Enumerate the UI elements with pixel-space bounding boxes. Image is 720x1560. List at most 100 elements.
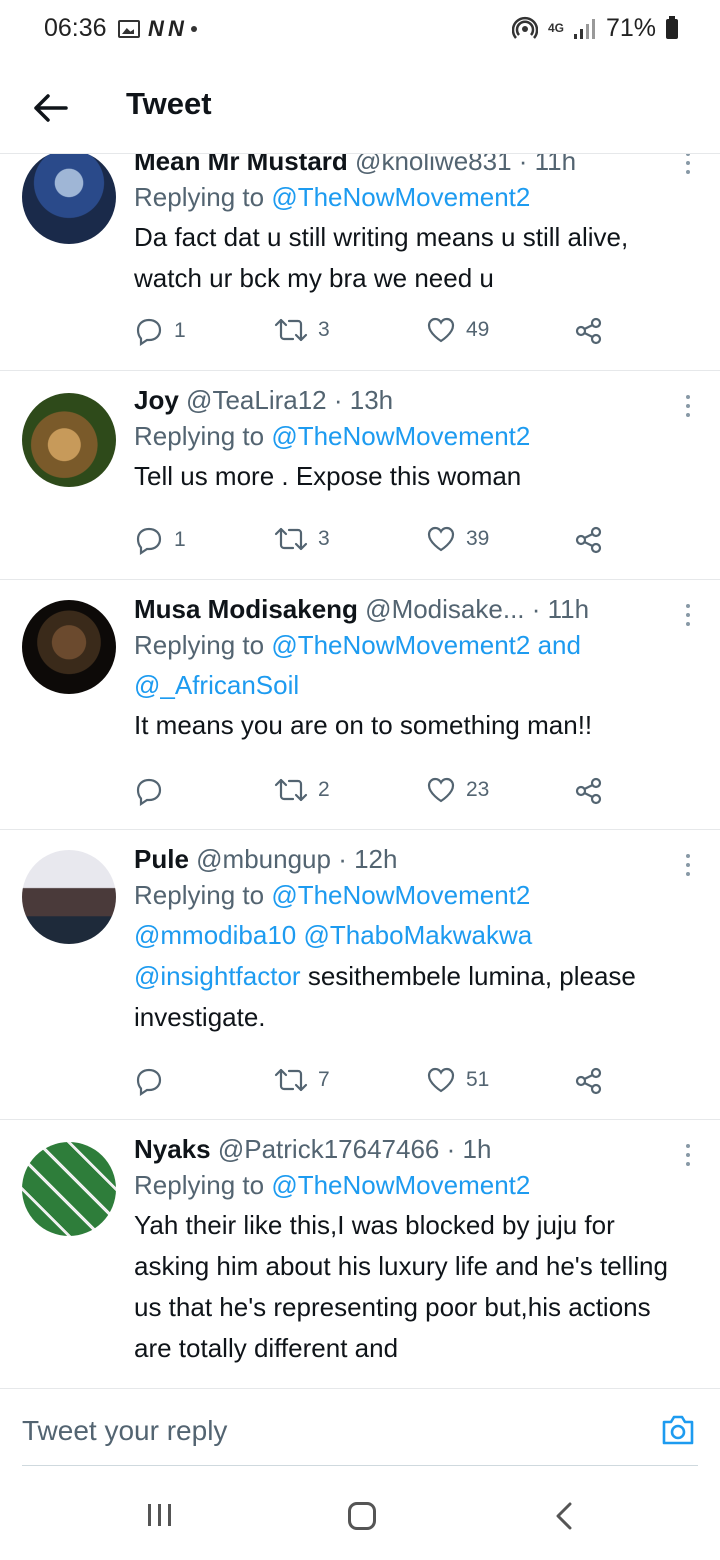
reply-button[interactable]: 1 [134, 316, 186, 346]
share-icon [575, 526, 602, 554]
like-button[interactable]: 49 [426, 316, 489, 344]
author-name[interactable]: Musa Modisakeng [134, 594, 358, 624]
share-button[interactable] [574, 316, 604, 346]
avatar[interactable] [22, 393, 116, 487]
retweet-icon [274, 778, 308, 802]
mention-link[interactable]: @TheNowMovement2 [271, 1170, 530, 1200]
author-handle[interactable]: @mbungup [196, 844, 331, 874]
more-vertical-icon[interactable] [684, 604, 692, 626]
author-handle[interactable]: @Patrick17647466 [218, 1134, 440, 1164]
top-header: Tweet [0, 70, 720, 154]
camera-icon[interactable] [660, 1413, 696, 1447]
network-type: 4G [547, 21, 564, 35]
more-vertical-icon[interactable] [684, 395, 692, 417]
author-handle[interactable]: @Modisake... [365, 594, 524, 624]
arrow-left-icon[interactable] [30, 88, 70, 128]
like-count: 23 [466, 778, 490, 801]
gallery-notification-icon [118, 20, 140, 38]
replies-feed[interactable]: Mean Mr Mustard @knoliwe831 · 11h Replyi… [0, 140, 720, 1388]
reply-composer[interactable]: Tweet your reply [0, 1388, 720, 1466]
like-button[interactable]: 23 [426, 776, 489, 804]
retweet-button[interactable]: 2 [274, 776, 330, 804]
tweet-actions: 2 23 [134, 776, 614, 816]
news-notification-icon: N N [148, 16, 184, 41]
author-name[interactable]: Pule [134, 844, 189, 874]
replying-to: Replying to @TheNowMovement2 [134, 1170, 531, 1200]
tweet-author[interactable]: Nyaks @Patrick17647466 · 1h [134, 1134, 680, 1165]
page-title: Tweet [126, 86, 212, 121]
replying-to: Replying to @TheNowMovement2 [134, 421, 531, 451]
comment-icon [136, 1068, 162, 1096]
author-name[interactable]: Nyaks [134, 1134, 211, 1164]
author-name[interactable]: Joy [134, 385, 179, 415]
system-icons: 4G 71% [511, 14, 678, 43]
more-vertical-icon[interactable] [684, 854, 692, 876]
battery-icon [666, 15, 678, 39]
like-button[interactable]: 51 [426, 1066, 489, 1094]
tweet-time: · 11h [531, 594, 590, 624]
status-time: 06:36 [44, 14, 107, 42]
share-button[interactable] [574, 776, 604, 806]
tweet-text: Yah their like this,I was blocked by juj… [134, 1210, 668, 1363]
tweet[interactable]: Pule @mbungup · 12h Replying to @TheNowM… [0, 830, 720, 1120]
system-navigation-bar [0, 1466, 720, 1560]
replying-to: Replying to @TheNowMovement2 [134, 182, 531, 212]
tweet-author[interactable]: Pule @mbungup · 12h [134, 844, 680, 875]
reply-input[interactable]: Tweet your reply [22, 1415, 227, 1447]
tweet-actions: 1 3 39 [134, 525, 614, 565]
heart-icon [427, 1067, 455, 1093]
retweet-button[interactable]: 7 [274, 1066, 330, 1094]
comment-icon [136, 778, 162, 806]
battery-level: 71% [605, 14, 656, 42]
reply-count: 1 [174, 528, 186, 551]
more-vertical-icon[interactable] [684, 1144, 692, 1166]
tweet[interactable]: Joy @TeaLira12 · 13h Replying to @TheNow… [0, 371, 720, 580]
more-vertical-icon[interactable] [684, 152, 692, 174]
comment-icon [136, 318, 162, 346]
author-handle[interactable]: @TeaLira12 [186, 385, 327, 415]
avatar[interactable] [22, 150, 116, 244]
avatar[interactable] [22, 850, 116, 944]
like-count: 51 [466, 1068, 490, 1091]
more-notifications-icon [190, 26, 197, 32]
reply-button[interactable] [134, 1066, 174, 1096]
share-icon [575, 1067, 602, 1095]
avatar[interactable] [22, 600, 116, 694]
mention-link[interactable]: @TheNowMovement2 [271, 182, 530, 212]
retweet-count: 7 [318, 1068, 330, 1091]
share-button[interactable] [574, 1066, 604, 1096]
reply-button[interactable] [134, 776, 174, 806]
avatar[interactable] [22, 1142, 116, 1236]
mention-link[interactable]: @TheNowMovement2 [271, 880, 530, 910]
like-count: 39 [466, 527, 490, 550]
tweet[interactable]: Musa Modisakeng @Modisake... · 11h Reply… [0, 580, 720, 830]
tweet-time: · 13h [333, 385, 394, 415]
tweet[interactable]: Nyaks @Patrick17647466 · 1h Replying to … [0, 1120, 720, 1388]
tweet-time: · 1h [446, 1134, 492, 1164]
heart-icon [427, 777, 455, 803]
reply-button[interactable]: 1 [134, 525, 186, 555]
retweet-button[interactable]: 3 [274, 316, 330, 344]
retweet-button[interactable]: 3 [274, 525, 330, 553]
heart-icon [427, 526, 455, 552]
comment-icon [136, 527, 162, 555]
tweet-actions: 1 3 49 [134, 316, 614, 356]
recent-apps-icon[interactable] [148, 1504, 171, 1526]
tweet-author[interactable]: Joy @TeaLira12 · 13h [134, 385, 680, 416]
notification-icons: N N [118, 16, 197, 42]
tweet-actions: 7 51 [134, 1066, 614, 1106]
tweet[interactable]: Mean Mr Mustard @knoliwe831 · 11h Replyi… [0, 140, 720, 371]
hotspot-icon [511, 16, 538, 39]
tweet-text: @mmodiba10 @ThaboMakwakwa @insightfactor… [134, 920, 636, 1032]
retweet-icon [274, 1068, 308, 1092]
chevron-left-icon[interactable] [552, 1500, 576, 1532]
tweet-time: · 12h [338, 844, 398, 874]
share-button[interactable] [574, 525, 604, 555]
mention-link[interactable]: @TheNowMovement2 [271, 421, 530, 451]
tweet-author[interactable]: Musa Modisakeng @Modisake... · 11h [134, 594, 680, 625]
tweet-text: Tell us more . Expose this woman [134, 461, 522, 491]
status-bar: 06:36 N N 4G 71% [0, 0, 720, 60]
share-icon [575, 777, 602, 805]
like-button[interactable]: 39 [426, 525, 489, 553]
home-icon[interactable] [348, 1502, 376, 1530]
